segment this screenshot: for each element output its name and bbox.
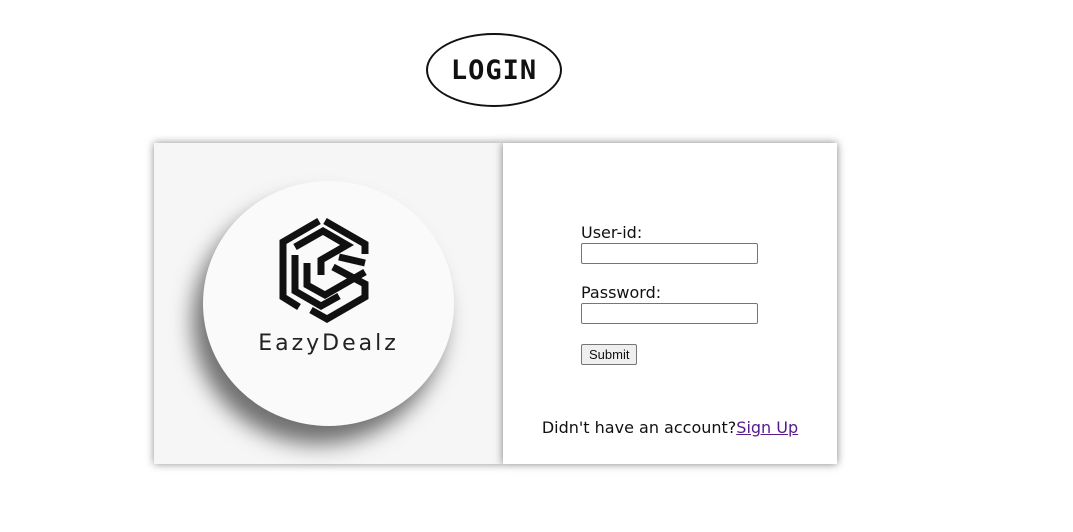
login-page: LOGIN EazyDealz User-id: Password: Submi… [0, 0, 1073, 532]
user-id-input[interactable] [581, 243, 758, 264]
signup-prompt-text: Didn't have an account? [541, 418, 737, 437]
user-id-label: User-id: [581, 223, 643, 242]
signup-prompt: Didn't have an account?Sign Up [503, 418, 837, 437]
brand-panel: EazyDealz [154, 143, 503, 464]
signup-link[interactable]: Sign Up [736, 418, 798, 437]
user-id-group: User-id: [581, 223, 758, 264]
brand-name: EazyDealz [258, 331, 399, 356]
password-group: Password: [581, 283, 758, 324]
logo-circle: EazyDealz [203, 181, 454, 426]
page-title: LOGIN [450, 54, 538, 86]
page-title-badge: LOGIN [426, 33, 562, 107]
password-label: Password: [581, 283, 662, 302]
login-form-panel: User-id: Password: Submit Didn't have an… [503, 143, 837, 464]
hexagon-logo-icon [279, 217, 369, 324]
submit-button[interactable]: Submit [581, 344, 638, 365]
password-input[interactable] [581, 303, 758, 324]
